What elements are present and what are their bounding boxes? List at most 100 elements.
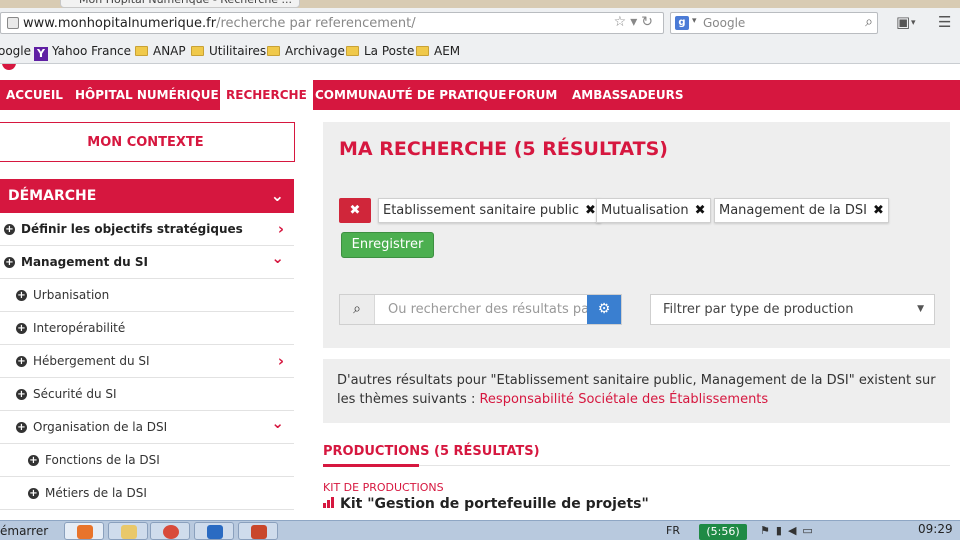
clear-all-button[interactable]: ✖ <box>339 198 371 223</box>
refine-search-input[interactable] <box>376 295 588 324</box>
start-button[interactable]: émarrer <box>0 524 48 538</box>
reload-icon[interactable]: ↻ <box>641 14 657 30</box>
taskbar-firefox[interactable] <box>64 522 104 540</box>
save-button[interactable]: Enregistrer <box>341 232 434 258</box>
production-type-select[interactable]: Filtrer par type de production ▼ <box>650 294 935 325</box>
url-bar[interactable]: www.monhopitalnumerique.fr/recherche par… <box>0 12 664 34</box>
url-text[interactable]: www.monhopitalnumerique.fr/recherche par… <box>23 15 416 32</box>
plus-circle-icon[interactable]: + <box>16 290 27 301</box>
downloads-dropdown-icon[interactable]: ▾ <box>911 18 916 28</box>
filter-chip[interactable]: Mutualisation ✖ <box>596 198 711 223</box>
url-host: www.monhopitalnumerique.fr <box>23 16 217 31</box>
taskbar-powerpoint[interactable] <box>238 522 278 540</box>
plus-circle-icon[interactable]: + <box>4 257 15 268</box>
remove-chip-icon[interactable]: ✖ <box>695 203 706 218</box>
site-logo-icon[interactable] <box>2 64 16 70</box>
taskbar-outlook[interactable] <box>194 522 234 540</box>
nav-item-recherche[interactable]: RECHERCHE <box>220 80 313 110</box>
os-taskbar: émarrer FR (5:56) ⚑▮◀▭ 09:29 <box>0 520 960 540</box>
nav-item-accueil[interactable]: ACCUEIL <box>0 80 69 110</box>
sidebar-item-urbanisation[interactable]: + Urbanisation <box>0 279 294 312</box>
taskbar-explorer[interactable] <box>108 522 148 540</box>
folder-icon <box>346 46 359 56</box>
plus-circle-icon[interactable]: + <box>16 323 27 334</box>
search-icon[interactable]: ⌕ <box>865 14 873 30</box>
folder-icon <box>416 46 429 56</box>
nav-item-hopital-numerique[interactable]: HÔPITAL NUMÉRIQUE <box>69 80 225 110</box>
chevron-down-icon[interactable]: ⌄ <box>271 242 284 275</box>
bookmark-google[interactable]: oogle <box>0 44 31 58</box>
tray-badge[interactable]: (5:56) <box>699 524 747 540</box>
kit-title-link[interactable]: Kit "Gestion de portefeuille de projets" <box>323 496 649 512</box>
tray-flag-icon[interactable]: ⚑ <box>760 524 776 537</box>
language-indicator[interactable]: FR <box>666 524 680 537</box>
sidebar-item-hebergement[interactable]: + Hébergement du SI › <box>0 345 294 378</box>
sidebar-item-metiers-dsi[interactable]: + Métiers de la DSI <box>0 477 294 510</box>
bookmark-anap[interactable]: ANAP <box>135 44 186 58</box>
other-results-notice: D'autres résultats pour "Etablissement s… <box>323 359 950 423</box>
folder-icon <box>267 46 280 56</box>
tray-volume-icon[interactable]: ◀ <box>788 524 802 537</box>
plus-circle-icon[interactable]: + <box>28 488 39 499</box>
bookmarks-bar: oogle Y Yahoo France ANAP Utilitaires Arc… <box>0 40 960 62</box>
refine-search-group: ⌕ ⚙ <box>339 294 622 325</box>
demarche-list: + Définir les objectifs stratégiques › +… <box>0 213 294 510</box>
sidebar-item-management-si[interactable]: + Management du SI ⌄ <box>0 246 294 279</box>
search-placeholder: Google <box>703 16 746 30</box>
filter-chip[interactable]: Etablissement sanitaire public ✖ <box>378 198 601 223</box>
chevron-down-icon[interactable]: ⌄ <box>271 179 284 213</box>
remove-chip-icon[interactable]: ✖ <box>873 203 884 218</box>
chevron-down-icon[interactable]: ⌄ <box>271 407 284 440</box>
page-title: MA RECHERCHE (5 RÉSULTATS) <box>339 138 668 160</box>
sidebar-item-objectifs[interactable]: + Définir les objectifs stratégiques › <box>0 213 294 246</box>
chevron-right-icon[interactable]: › <box>278 345 284 378</box>
plus-circle-icon[interactable]: + <box>4 224 15 235</box>
sidebar-item-interoperabilite[interactable]: + Interopérabilité <box>0 312 294 345</box>
plus-circle-icon[interactable]: + <box>16 422 27 433</box>
gear-icon[interactable]: ⚙ <box>587 295 621 324</box>
google-icon[interactable]: g <box>675 16 689 30</box>
powerpoint-icon <box>251 525 267 539</box>
sidebar-item-securite[interactable]: + Sécurité du SI <box>0 378 294 411</box>
folder-icon <box>135 46 148 56</box>
sidebar-item-fonctions-dsi[interactable]: + Fonctions de la DSI <box>0 444 294 477</box>
theme-link[interactable]: Responsabilité Sociétale des Établisseme… <box>479 392 768 407</box>
plus-circle-icon[interactable]: + <box>28 455 39 466</box>
bookmark-archivage[interactable]: Archivage <box>267 44 345 58</box>
mon-contexte-button[interactable]: MON CONTEXTE <box>0 122 295 162</box>
search-engine-dropdown-icon[interactable]: ▾ <box>692 16 697 26</box>
menu-icon[interactable]: ☰ <box>938 13 951 31</box>
browser-tab[interactable]: Mon Hôpital Numérique - Recherche ... <box>60 0 300 8</box>
tray-network-icon[interactable]: ▮ <box>776 524 788 537</box>
nav-item-communaute[interactable]: COMMUNAUTÉ DE PRATIQUE <box>309 80 512 110</box>
demarche-header[interactable]: DÉMARCHE ⌄ <box>0 179 294 213</box>
main-navigation: ACCUEIL HÔPITAL NUMÉRIQUE RECHERCHE COMM… <box>0 80 960 110</box>
clock[interactable]: 09:29 <box>918 522 953 536</box>
nav-item-forum[interactable]: FORUM <box>502 80 563 110</box>
bookmark-star-icon[interactable]: ☆ <box>614 14 631 30</box>
remove-chip-icon[interactable]: ✖ <box>585 203 596 218</box>
sidebar-item-organisation-dsi[interactable]: + Organisation de la DSI ⌄ <box>0 411 294 444</box>
bookmark-yahoo[interactable]: Y Yahoo France <box>34 44 131 61</box>
tray-icons: ⚑▮◀▭ <box>760 524 819 537</box>
downloads-icon[interactable]: ▣ <box>896 13 910 31</box>
plus-circle-icon[interactable]: + <box>16 356 27 367</box>
bookmark-aem[interactable]: AEM <box>416 44 460 58</box>
bar-chart-icon <box>323 497 336 508</box>
bookmark-la-poste[interactable]: La Poste <box>346 44 414 58</box>
productions-divider <box>419 465 950 466</box>
dropdown-icon[interactable]: ▾ <box>630 14 641 30</box>
taskbar-chrome[interactable] <box>150 522 190 540</box>
filter-chip[interactable]: Management de la DSI ✖ <box>714 198 889 223</box>
search-icon[interactable]: ⌕ <box>340 295 375 324</box>
bookmark-utilitaires[interactable]: Utilitaires <box>191 44 266 58</box>
site-header-strip <box>0 64 960 80</box>
demarche-label: DÉMARCHE <box>8 188 97 204</box>
folder-icon <box>121 525 137 539</box>
nav-item-ambassadeurs[interactable]: AMBASSADEURS <box>566 80 689 110</box>
plus-circle-icon[interactable]: + <box>16 389 27 400</box>
tray-battery-icon[interactable]: ▭ <box>802 524 818 537</box>
browser-search-bar[interactable]: g ▾ Google ⌕ <box>670 12 878 34</box>
chrome-icon <box>163 525 179 539</box>
url-actions: ☆▾↻ <box>614 14 657 30</box>
